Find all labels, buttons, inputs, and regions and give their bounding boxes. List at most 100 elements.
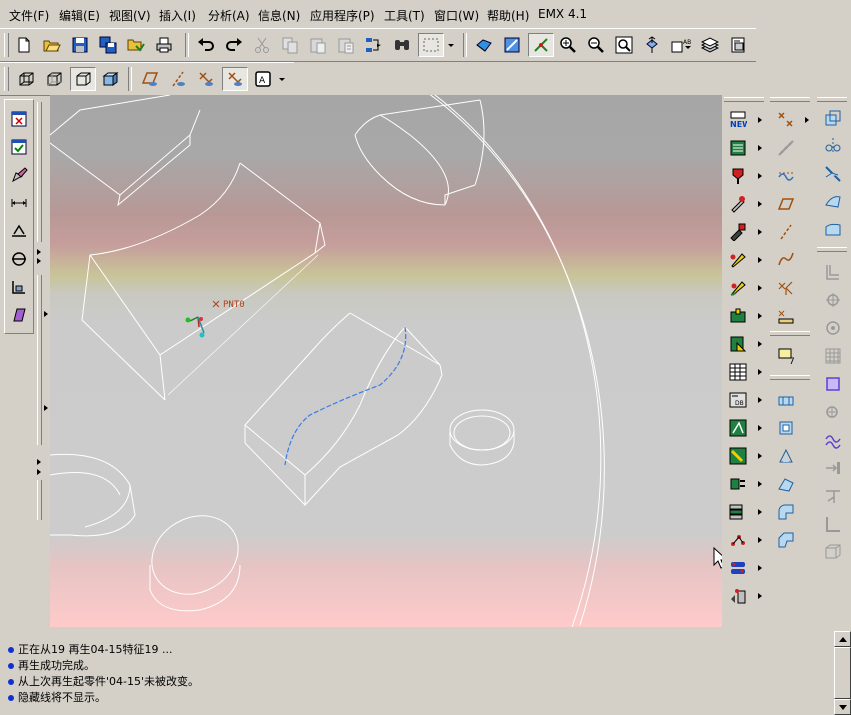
corner-tool-icon[interactable]	[822, 513, 844, 535]
spin-center-icon[interactable]	[528, 33, 554, 57]
menu-emx[interactable]: EMX 4.1	[538, 7, 587, 21]
datum-csys-icon[interactable]	[222, 67, 248, 91]
extend-tool-icon[interactable]	[822, 219, 844, 241]
flyout-chevron-icon[interactable]	[758, 537, 762, 543]
edit-color-icon[interactable]	[8, 164, 30, 186]
stack-tool-icon[interactable]	[727, 501, 749, 523]
left-dock-grip[interactable]	[37, 480, 42, 520]
expand-toolbar-chevron-icon[interactable]	[37, 469, 41, 475]
menu-file[interactable]: 文件(F)	[9, 7, 49, 24]
sketched-curve-icon[interactable]	[775, 249, 797, 271]
screw-tool-icon[interactable]	[727, 221, 749, 243]
flange-tool-icon[interactable]	[822, 485, 844, 507]
mold-tool-icon[interactable]	[727, 473, 749, 495]
database-icon[interactable]: DB	[727, 389, 749, 411]
menu-applications[interactable]: 应用程序(P)	[310, 7, 375, 24]
shading-icon[interactable]	[99, 68, 121, 90]
flyout-chevron-icon[interactable]	[758, 565, 762, 571]
model-analysis-icon[interactable]	[8, 276, 30, 298]
flyout-chevron-icon[interactable]	[758, 229, 762, 235]
selected-edge[interactable]	[284, 326, 407, 466]
cut-icon[interactable]	[251, 34, 273, 56]
trim-tool-icon[interactable]	[822, 191, 844, 213]
activate-window-icon[interactable]	[8, 136, 30, 158]
measure-icon[interactable]	[8, 192, 30, 214]
offset-tool-icon[interactable]	[822, 261, 844, 283]
flyout-chevron-icon[interactable]	[758, 145, 762, 151]
flyout-chevron-icon[interactable]	[758, 201, 762, 207]
menu-insert[interactable]: 插入(I)	[159, 7, 196, 24]
flyout-chevron-icon[interactable]	[758, 593, 762, 599]
find-icon[interactable]	[391, 34, 413, 56]
flyout-chevron-icon[interactable]	[758, 257, 762, 263]
zoom-in-icon[interactable]	[557, 34, 579, 56]
datum-curve-chain-icon[interactable]	[775, 137, 797, 159]
menu-analysis[interactable]: 分析(A)	[208, 7, 250, 24]
assembly-tool-icon[interactable]	[727, 585, 749, 607]
analysis-feature-icon[interactable]	[775, 305, 797, 327]
extrude-surface-icon[interactable]	[775, 389, 797, 411]
zoom-out-icon[interactable]	[585, 34, 607, 56]
datum-planes-icon[interactable]	[139, 68, 161, 90]
datum-plane-tool-icon[interactable]	[775, 193, 797, 215]
datum-point-marker[interactable]	[212, 300, 220, 308]
paste-special-icon[interactable]	[335, 34, 357, 56]
datum-axes-icon[interactable]	[167, 68, 189, 90]
redo-icon[interactable]	[223, 34, 245, 56]
menu-tools[interactable]: 工具(T)	[384, 7, 425, 24]
expand-toolbar-chevron-icon[interactable]	[37, 258, 41, 264]
repaint-icon[interactable]	[473, 34, 495, 56]
clearance-icon[interactable]	[8, 248, 30, 270]
style-tool-icon[interactable]	[822, 373, 844, 395]
graphics-window[interactable]: PNT0	[50, 95, 722, 627]
datum-points-icon[interactable]	[195, 68, 217, 90]
shell-tool-icon[interactable]	[822, 541, 844, 563]
select-box-icon[interactable]	[418, 33, 444, 57]
menu-help[interactable]: 帮助(H)	[487, 7, 529, 24]
expand-toolbar-chevron-icon[interactable]	[44, 405, 48, 411]
section-icon[interactable]	[8, 220, 30, 242]
expand-toolbar-chevron-icon[interactable]	[44, 311, 48, 317]
rib-tool-icon[interactable]	[727, 333, 749, 355]
select-dropdown-chevron-icon[interactable]	[445, 34, 457, 56]
pattern-table-icon[interactable]	[727, 361, 749, 383]
left-dock-grip[interactable]	[37, 275, 42, 445]
datum-axis-tool-icon[interactable]	[775, 221, 797, 243]
datum-curve-icon[interactable]	[775, 165, 797, 187]
hidden-line-icon[interactable]	[43, 68, 65, 90]
spin-center-toggle-icon[interactable]: A	[252, 68, 274, 90]
flyout-chevron-icon[interactable]	[758, 341, 762, 347]
close-window-icon[interactable]	[8, 108, 30, 130]
grid-tool-icon[interactable]	[822, 345, 844, 367]
refit-icon[interactable]	[613, 34, 635, 56]
mirror-tool-icon[interactable]	[822, 135, 844, 157]
wireframe-icon[interactable]	[15, 68, 37, 90]
toolbar-grip[interactable]	[770, 97, 810, 102]
message-scrollbar[interactable]	[834, 631, 851, 715]
random-points-icon[interactable]	[727, 529, 749, 551]
warp-tool-icon[interactable]	[822, 401, 844, 423]
scroll-thumb[interactable]	[834, 647, 851, 699]
component-link-icon[interactable]	[727, 557, 749, 579]
print-icon[interactable]	[153, 34, 175, 56]
round-tool-icon[interactable]	[727, 277, 749, 299]
model-tree-icon[interactable]	[727, 34, 749, 56]
flyout-chevron-icon[interactable]	[758, 425, 762, 431]
flyout-chevron-icon[interactable]	[805, 117, 809, 123]
datum-csys-tool-icon[interactable]	[775, 277, 797, 299]
flyout-chevron-icon[interactable]	[758, 173, 762, 179]
copy-icon[interactable]	[279, 34, 301, 56]
feature-list-icon[interactable]	[727, 137, 749, 159]
expand-toolbar-chevron-icon[interactable]	[37, 249, 41, 255]
named-view-icon[interactable]	[641, 34, 663, 56]
erase-icon[interactable]	[125, 34, 147, 56]
thicken-tool-icon[interactable]	[822, 289, 844, 311]
split-tool-icon[interactable]	[727, 445, 749, 467]
flyout-chevron-icon[interactable]	[758, 285, 762, 291]
new-feature-icon[interactable]: NEW	[727, 109, 749, 131]
flyout-chevron-icon[interactable]	[758, 509, 762, 515]
boss-tool-icon[interactable]	[727, 305, 749, 327]
toolbar-grip[interactable]	[4, 33, 9, 57]
left-dock-grip[interactable]	[37, 102, 42, 242]
scroll-down-button[interactable]	[834, 699, 851, 715]
